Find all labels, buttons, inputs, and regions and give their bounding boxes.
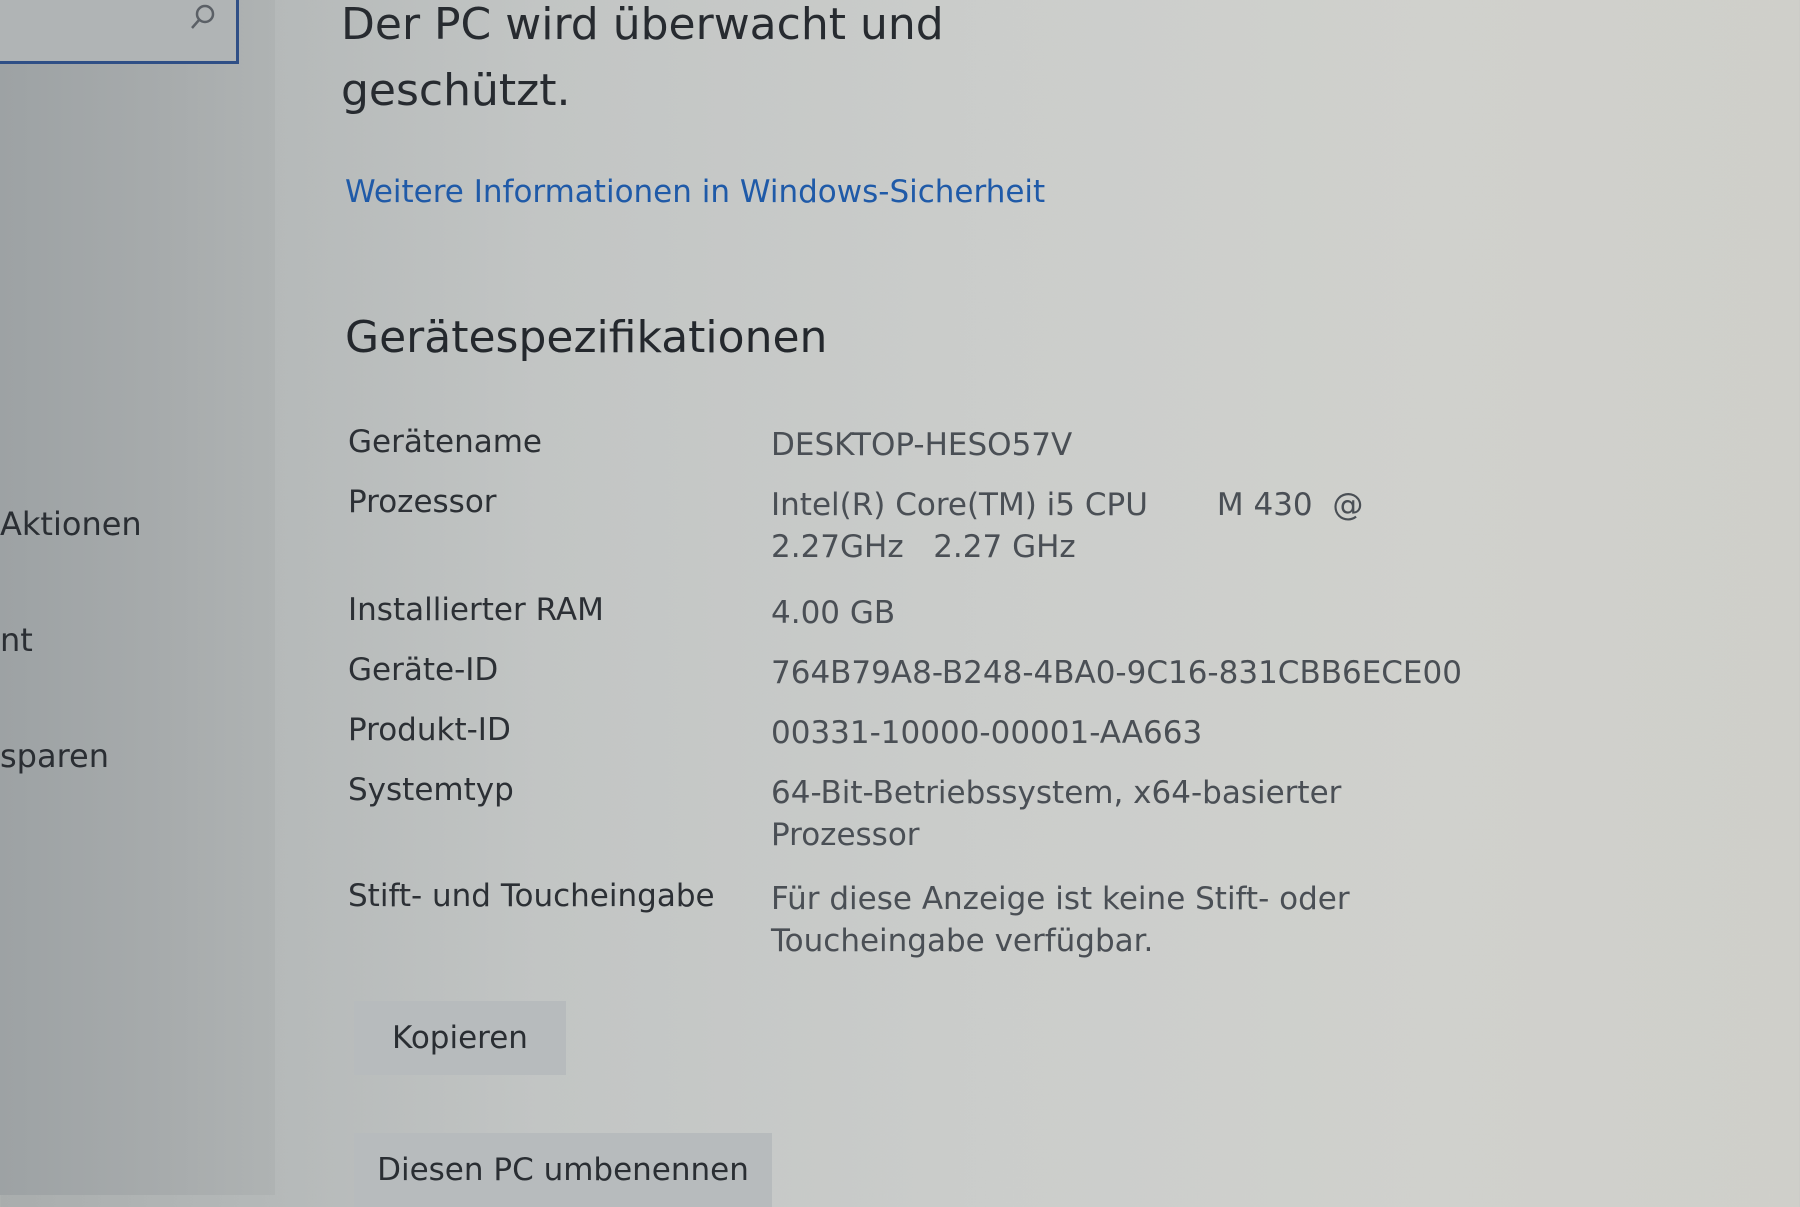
spec-label: Installierter RAM	[348, 592, 604, 628]
spec-value: 00331-10000-00001-AA663	[771, 715, 1203, 751]
spec-value: 64-Bit-Betriebssystem, x64-basierter Pro…	[771, 775, 1342, 853]
spec-value: Für diese Anzeige ist keine Stift- oder …	[771, 881, 1350, 959]
spec-label: Prozessor	[348, 484, 497, 520]
sidebar: Aktionen nt sparen	[0, 0, 275, 1195]
copy-button[interactable]: Kopieren	[354, 1001, 566, 1075]
sidebar-item-nt[interactable]: nt	[0, 621, 33, 659]
spec-label: Stift- und Toucheingabe	[348, 878, 715, 914]
search-box[interactable]	[0, 0, 239, 64]
spec-value: 764B79A8-B248-4BA0-9C16-831CBB6ECE00	[771, 655, 1462, 691]
search-icon[interactable]	[188, 2, 218, 32]
spec-value: DESKTOP-HESO57V	[771, 427, 1073, 463]
rename-pc-button[interactable]: Diesen PC umbenennen	[354, 1133, 772, 1207]
device-specs-title: Gerätespezifikationen	[345, 312, 828, 363]
spec-label: Systemtyp	[348, 772, 514, 808]
spec-label: Produkt-ID	[348, 712, 511, 748]
spec-value: 4.00 GB	[771, 595, 896, 631]
spec-value: Intel(R) Core(TM) i5 CPU M 430 @ 2.27GHz…	[771, 487, 1374, 565]
windows-security-link[interactable]: Weitere Informationen in Windows-Sicherh…	[345, 174, 1045, 210]
spec-label: Gerätename	[348, 424, 542, 460]
sidebar-item-sparen[interactable]: sparen	[0, 737, 109, 775]
protection-status-headline: Der PC wird überwacht und geschützt.	[341, 0, 944, 116]
spec-label: Geräte-ID	[348, 652, 499, 688]
sidebar-item-aktionen[interactable]: Aktionen	[0, 505, 142, 543]
